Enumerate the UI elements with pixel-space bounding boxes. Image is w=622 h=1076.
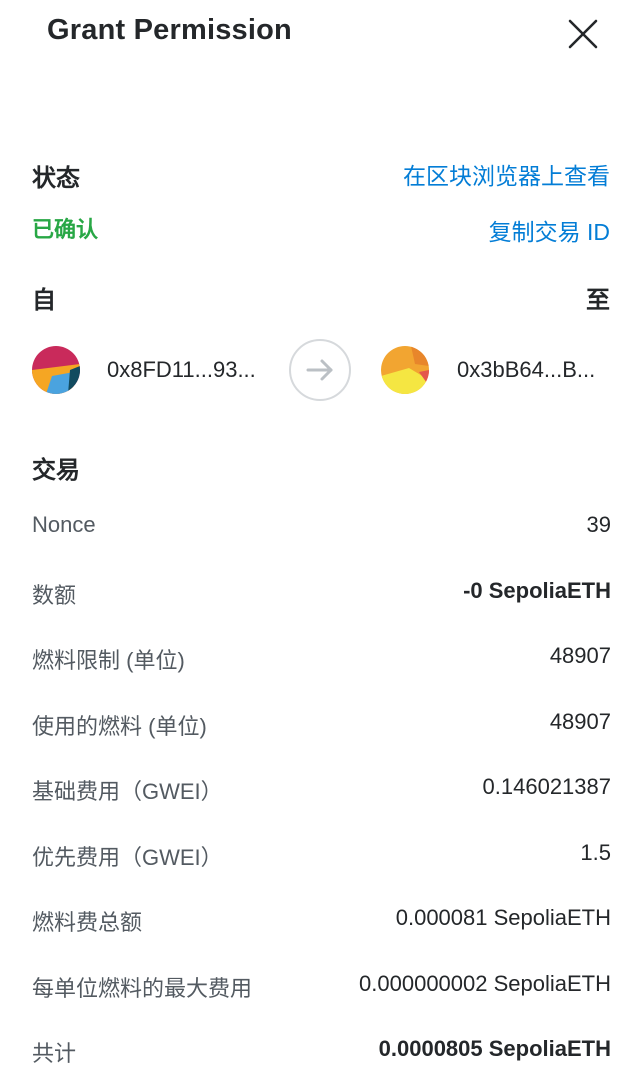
transaction-label: 交易 bbox=[32, 457, 80, 484]
row-label: 使用的燃料 (单位) bbox=[32, 714, 207, 739]
row-value: 1.5 bbox=[580, 840, 611, 865]
row-value: 0.146021387 bbox=[482, 774, 611, 799]
nonce-row: Nonce 39 bbox=[32, 512, 611, 552]
row-label: 数额 bbox=[32, 583, 77, 608]
row-value: 0.000000002 SepoliaETH bbox=[359, 971, 611, 996]
close-icon[interactable] bbox=[565, 16, 601, 52]
row-label: 燃料限制 (单位) bbox=[32, 648, 185, 673]
from-label: 自 bbox=[32, 287, 56, 314]
address-row: 0x8FD11...93... 0x3bB64...B... bbox=[0, 335, 622, 407]
row-label: 优先费用（GWEI） bbox=[32, 845, 223, 870]
row-label: Nonce bbox=[32, 512, 96, 537]
row-value: 48907 bbox=[549, 643, 611, 668]
row-value: 48907 bbox=[549, 709, 611, 734]
total-row: 共计 0.0000805 SepoliaETH bbox=[32, 1036, 611, 1076]
row-label: 燃料费总额 bbox=[32, 910, 143, 935]
arrow-right-icon bbox=[289, 339, 351, 401]
base-fee-row: 基础费用（GWEI） 0.146021387 bbox=[32, 774, 611, 814]
row-value: 0.000081 SepoliaETH bbox=[395, 905, 611, 930]
status-badge: 已确认 bbox=[32, 217, 99, 242]
to-address[interactable]: 0x3bB64...B... bbox=[457, 357, 595, 383]
modal-header: Grant Permission bbox=[0, 0, 622, 70]
to-account-avatar bbox=[381, 346, 429, 394]
row-label: 基础费用（GWEI） bbox=[32, 779, 223, 804]
gas-used-row: 使用的燃料 (单位) 48907 bbox=[32, 709, 611, 749]
from-address[interactable]: 0x8FD11...93... bbox=[107, 357, 256, 383]
row-value: 0.0000805 SepoliaETH bbox=[378, 1036, 611, 1061]
row-label: 每单位燃料的最大费用 bbox=[32, 976, 253, 1001]
gas-limit-row: 燃料限制 (单位) 48907 bbox=[32, 643, 611, 683]
amount-row: 数额 -0 SepoliaETH bbox=[32, 578, 611, 618]
row-label: 共计 bbox=[32, 1041, 77, 1066]
from-account-avatar bbox=[32, 346, 80, 394]
to-label: 至 bbox=[586, 287, 610, 314]
status-label: 状态 bbox=[32, 165, 80, 192]
total-gas-fee-row: 燃料费总额 0.000081 SepoliaETH bbox=[32, 905, 611, 945]
priority-fee-row: 优先费用（GWEI） 1.5 bbox=[32, 840, 611, 880]
row-value: 39 bbox=[586, 512, 611, 537]
row-value: -0 SepoliaETH bbox=[463, 578, 611, 603]
page-title: Grant Permission bbox=[47, 14, 292, 46]
copy-transaction-id-link[interactable]: 复制交易 ID bbox=[489, 213, 610, 247]
view-on-block-explorer-link[interactable]: 在区块浏览器上查看 bbox=[403, 157, 610, 191]
max-fee-per-gas-row: 每单位燃料的最大费用 0.000000002 SepoliaETH bbox=[32, 971, 611, 1011]
